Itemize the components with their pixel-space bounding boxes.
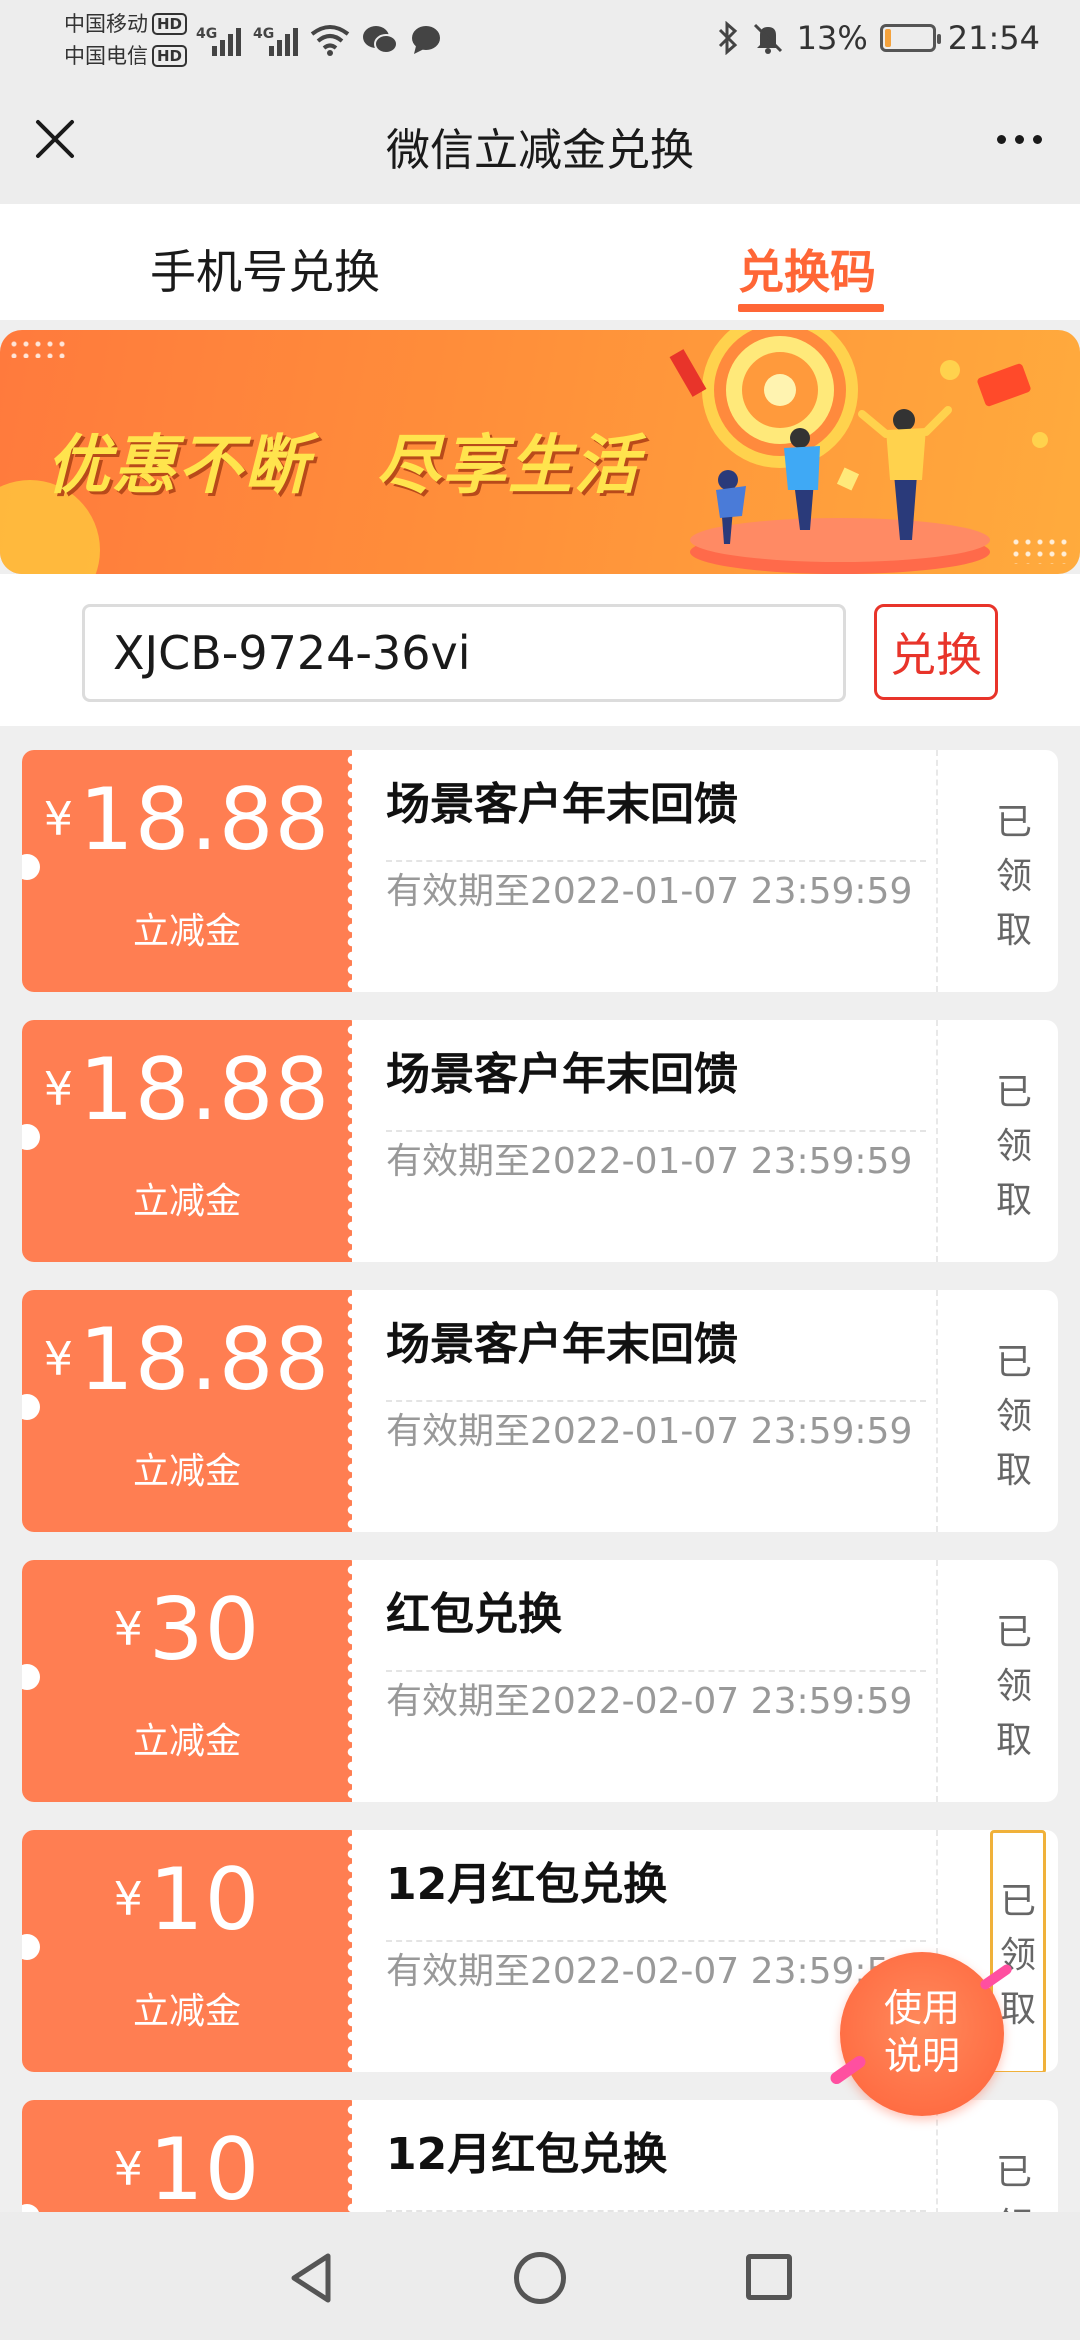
battery-icon bbox=[879, 24, 941, 52]
tab-code-redeem[interactable]: 兑换码 bbox=[738, 236, 876, 302]
banner-decoration bbox=[1010, 536, 1070, 564]
clock: 21:54 bbox=[947, 19, 1040, 57]
coupon-validity: 有效期至2022-01-07 23:59:59 bbox=[386, 1141, 913, 1182]
coupon-status[interactable]: 已领取 bbox=[982, 1606, 1046, 1768]
mute-icon bbox=[753, 23, 782, 54]
coupon-name: 12月红包兑换 bbox=[386, 2129, 668, 2180]
coupon-name: 场景客户年末回馈 bbox=[386, 1049, 738, 1100]
system-nav-bar bbox=[0, 2212, 1080, 2340]
coupon-amount: 30 bbox=[148, 1580, 261, 1680]
coupon-status[interactable]: 已领取 bbox=[982, 1336, 1046, 1498]
hd-badge: HD bbox=[152, 45, 188, 67]
divider bbox=[936, 1560, 938, 1802]
coupon-validity: 有效期至2022-02-07 23:59:59 bbox=[386, 1951, 913, 1992]
coupon-validity: 有效期至2022-01-07 23:59:59 bbox=[386, 871, 913, 912]
coupon-type: 立减金 bbox=[132, 1721, 241, 1762]
back-icon[interactable] bbox=[286, 2250, 336, 2306]
carrier-2: 中国电信 bbox=[64, 44, 148, 68]
coupon-status[interactable]: 已领取 bbox=[982, 796, 1046, 958]
coupon-amount: 18.88 bbox=[79, 1040, 331, 1140]
status-right: 13% 21:54 bbox=[717, 16, 1040, 60]
message-icon bbox=[412, 26, 440, 54]
coupon-card[interactable]: ¥30 立减金 红包兑换 有效期至2022-02-07 23:59:59 已领取 bbox=[22, 1560, 1058, 1802]
coupon-amount: 10 bbox=[148, 1850, 261, 1950]
coupon-amount-panel: ¥18.88 立减金 bbox=[22, 1290, 357, 1532]
currency-symbol: ¥ bbox=[43, 1332, 74, 1386]
hd-badge: HD bbox=[152, 13, 188, 35]
redeem-section: 兑换 bbox=[0, 574, 1080, 726]
coupon-name: 红包兑换 bbox=[386, 1589, 562, 1640]
coupon-amount: 18.88 bbox=[79, 1310, 331, 1410]
currency-symbol: ¥ bbox=[113, 1872, 143, 1926]
title-bar: 微信立减金兑换 bbox=[0, 76, 1080, 204]
tab-active-indicator bbox=[738, 304, 884, 312]
redeem-code-input[interactable] bbox=[82, 604, 846, 702]
divider bbox=[936, 1290, 938, 1532]
currency-symbol: ¥ bbox=[113, 2142, 143, 2196]
coupon-amount-panel: ¥18.88 立减金 bbox=[22, 1020, 357, 1262]
coupon-amount: 10 bbox=[148, 2120, 261, 2220]
bluetooth-icon bbox=[718, 21, 737, 55]
coupon-amount-panel: ¥10 立减金 bbox=[22, 1830, 357, 2072]
coupon-validity: 有效期至2022-02-07 23:59:59 bbox=[386, 1681, 913, 1722]
help-label-line1: 使用 bbox=[883, 1986, 960, 2030]
currency-symbol: ¥ bbox=[43, 1062, 74, 1116]
battery-percent: 13% bbox=[796, 19, 868, 57]
recent-apps-icon[interactable] bbox=[746, 2254, 792, 2300]
divider bbox=[936, 1020, 938, 1262]
signal-icon: 4G bbox=[196, 26, 241, 56]
page-title: 微信立减金兑换 bbox=[386, 125, 694, 176]
help-label-line2: 说明 bbox=[883, 2034, 960, 2078]
promo-banner[interactable]: 优惠不断 尽享生活 bbox=[0, 330, 1080, 574]
coupon-type: 立减金 bbox=[132, 1451, 241, 1492]
battery-level bbox=[884, 29, 891, 47]
redeem-button[interactable]: 兑换 bbox=[874, 604, 998, 700]
currency-symbol: ¥ bbox=[43, 792, 74, 846]
currency-symbol: ¥ bbox=[113, 1602, 143, 1656]
network-type-1: 4G bbox=[196, 26, 218, 42]
carrier-info: 中国移动 HD 中国电信 HD bbox=[64, 8, 188, 72]
usage-help-button[interactable]: 使用 说明 bbox=[828, 1952, 1014, 2116]
coupon-amount-panel: ¥18.88 立减金 bbox=[22, 750, 357, 992]
home-icon[interactable] bbox=[514, 2252, 566, 2304]
coupon-type: 立减金 bbox=[132, 1181, 241, 1222]
carrier-1: 中国移动 bbox=[64, 12, 148, 36]
coupon-card[interactable]: ¥18.88 立减金 场景客户年末回馈 有效期至2022-01-07 23:59… bbox=[22, 1290, 1058, 1532]
coupon-type: 立减金 bbox=[132, 1991, 241, 2032]
coupon-card[interactable]: ¥18.88 立减金 场景客户年末回馈 有效期至2022-01-07 23:59… bbox=[22, 1020, 1058, 1262]
tab-phone-redeem[interactable]: 手机号兑换 bbox=[150, 236, 380, 302]
coupon-name: 场景客户年末回馈 bbox=[386, 779, 738, 830]
more-button[interactable] bbox=[984, 114, 1054, 164]
wifi-icon bbox=[310, 25, 350, 56]
wechat-icon bbox=[363, 26, 398, 54]
network-icons: 4G 4G bbox=[196, 16, 442, 56]
coupon-amount-panel: ¥30 立减金 bbox=[22, 1560, 357, 1802]
network-type-2: 4G bbox=[253, 26, 275, 42]
coupon-validity: 有效期至2022-01-07 23:59:59 bbox=[386, 1411, 913, 1452]
signal-icon: 4G bbox=[253, 26, 298, 56]
coupon-card[interactable]: ¥18.88 立减金 场景客户年末回馈 有效期至2022-01-07 23:59… bbox=[22, 750, 1058, 992]
banner-decoration bbox=[8, 338, 68, 358]
coupon-amount: 18.88 bbox=[79, 770, 331, 870]
coupon-type: 立减金 bbox=[132, 911, 241, 952]
coupon-name: 12月红包兑换 bbox=[386, 1859, 668, 1910]
status-bar: 中国移动 HD 中国电信 HD 4G 4G 13% 21:54 bbox=[0, 0, 1080, 76]
banner-slogan: 优惠不断 尽享生活 bbox=[46, 429, 640, 503]
more-icon bbox=[996, 134, 1006, 144]
coupon-status[interactable]: 已领取 bbox=[982, 1066, 1046, 1228]
tab-bar: 手机号兑换 兑换码 bbox=[0, 204, 1080, 320]
coupon-name: 场景客户年末回馈 bbox=[386, 1319, 738, 1370]
divider bbox=[936, 750, 938, 992]
